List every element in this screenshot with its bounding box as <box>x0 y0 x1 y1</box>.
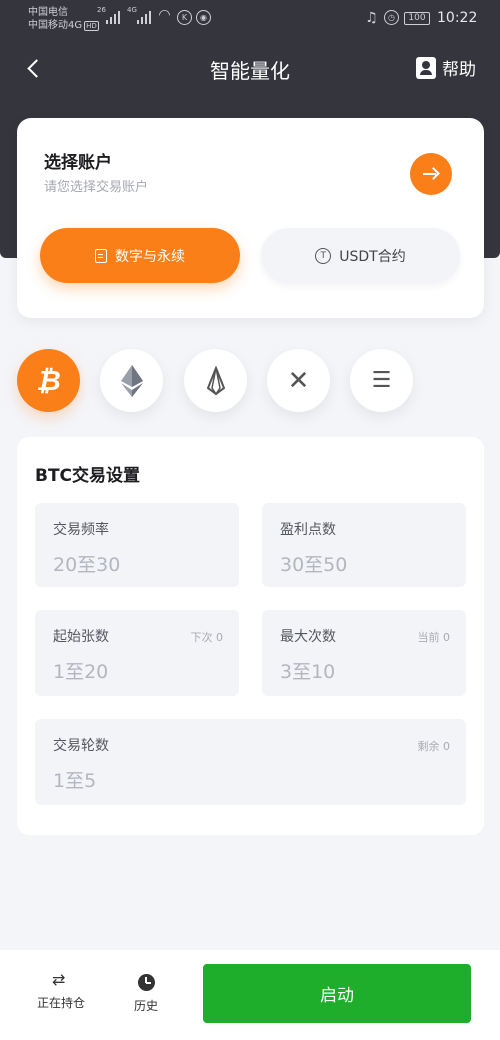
field-note: 剩余 0 <box>417 740 451 753</box>
field-label: 交易频率 <box>53 522 109 538</box>
bitcoin-icon: ₿ <box>36 364 61 397</box>
hd-badge: HD <box>84 21 99 31</box>
history-button[interactable]: 历史 <box>134 974 158 1014</box>
carrier-2: 中国移动4G <box>28 20 83 31</box>
settings-card: BTC交易设置 交易频率 20至30 盈利点数 30至50 起始张数 下次 0 … <box>17 437 484 835</box>
field-label: 盈利点数 <box>280 522 336 538</box>
more-coins-button[interactable]: ☰ <box>350 349 413 412</box>
alarm-icon: ◷ <box>384 10 399 25</box>
carrier-info: 中国电信 中国移动4G HD <box>28 6 99 33</box>
field-note: 下次 0 <box>190 631 224 644</box>
status-bar: 中国电信 中国移动4G HD 26 4G ◠ K ◉ ♫ ◷ 100 10:22 <box>0 0 500 36</box>
menu-icon: ☰ <box>371 368 392 393</box>
account-title: 选择账户 <box>44 153 112 173</box>
start-button[interactable]: 启动 <box>203 964 471 1023</box>
select-account-arrow-button[interactable] <box>410 153 452 195</box>
tether-icon: T <box>315 247 332 264</box>
field-value: 3至10 <box>280 661 336 683</box>
field-value: 20至30 <box>53 554 121 576</box>
field-value: 1至5 <box>53 770 97 792</box>
app-icon: ◉ <box>196 10 211 25</box>
tab-label: 数字与永续 <box>115 248 185 265</box>
setting-trade-rounds[interactable]: 交易轮数 剩余 0 1至5 <box>35 719 466 805</box>
document-icon <box>95 248 107 263</box>
field-label: 最大次数 <box>280 629 336 645</box>
help-button[interactable]: 帮助 <box>416 55 476 80</box>
field-note: 当前 0 <box>417 631 451 644</box>
setting-start-contracts[interactable]: 起始张数 下次 0 1至20 <box>35 610 239 696</box>
setting-profit-points[interactable]: 盈利点数 30至50 <box>262 503 466 587</box>
tab-spot-perpetual[interactable]: 数字与永续 <box>40 228 240 283</box>
tab-usdt-contract[interactable]: T USDT合约 <box>261 228 460 283</box>
swap-icon <box>52 970 69 989</box>
eos-icon <box>206 365 225 395</box>
positions-button[interactable]: 正在持仓 <box>37 970 86 1011</box>
tab-label: USDT合约 <box>339 248 406 265</box>
ethereum-icon <box>120 364 143 397</box>
field-label: 交易轮数 <box>53 738 109 754</box>
signal-1-tag: 26 <box>97 6 106 14</box>
carrier-1: 中国电信 <box>28 7 68 18</box>
field-value: 30至50 <box>280 554 348 576</box>
setting-max-times[interactable]: 最大次数 当前 0 3至10 <box>262 610 466 696</box>
account-card: 选择账户 请您选择交易账户 数字与永续 T USDT合约 <box>17 118 484 318</box>
settings-title: BTC交易设置 <box>35 466 141 486</box>
account-subtitle: 请您选择交易账户 <box>44 180 149 195</box>
clock-time: 10:22 <box>437 10 478 26</box>
help-label: 帮助 <box>442 60 476 80</box>
headphone-icon: ♫ <box>365 9 378 26</box>
signal-2-tag: 4G <box>127 6 137 14</box>
history-label: 历史 <box>134 999 159 1013</box>
wifi-icon: ◠ <box>158 6 171 23</box>
setting-trade-frequency[interactable]: 交易频率 20至30 <box>35 503 239 587</box>
signal-2-icon <box>137 10 151 24</box>
coin-eth-button[interactable] <box>100 349 163 412</box>
positions-label: 正在持仓 <box>37 996 86 1010</box>
bottom-bar: 正在持仓 历史 启动 <box>0 950 500 1040</box>
field-value: 1至20 <box>53 661 109 683</box>
xrp-icon: ✕ <box>287 365 310 396</box>
signal-1-icon <box>106 10 120 24</box>
contact-book-icon <box>416 56 436 79</box>
coin-btc-button[interactable]: ₿ <box>17 349 80 412</box>
coin-xrp-button[interactable]: ✕ <box>267 349 330 412</box>
battery-icon: 100 <box>404 12 430 25</box>
coin-eos-button[interactable] <box>184 349 247 412</box>
clock-icon <box>137 974 155 991</box>
k-icon: K <box>177 10 192 25</box>
field-label: 起始张数 <box>53 629 109 645</box>
